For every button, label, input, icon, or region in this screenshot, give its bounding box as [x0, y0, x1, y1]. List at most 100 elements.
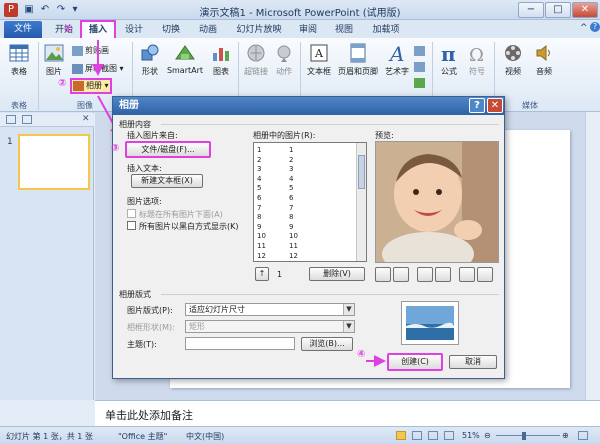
shapes-button[interactable]: 形状: [136, 42, 164, 77]
cancel-button[interactable]: 取消: [449, 355, 497, 369]
normal-view-icon[interactable]: [396, 431, 406, 440]
slide-thumbnail[interactable]: [18, 134, 90, 190]
picture-button[interactable]: 图片: [40, 42, 68, 77]
list-item[interactable]: 11: [257, 145, 357, 155]
caption-below-checkbox[interactable]: [127, 209, 136, 218]
fit-to-window-icon[interactable]: [578, 431, 588, 440]
smartart-button[interactable]: SmartArt: [166, 42, 204, 75]
move-up-button[interactable]: ↑: [255, 267, 269, 281]
slides-tab-icon[interactable]: [6, 115, 16, 124]
screenshot-button[interactable]: 屏幕截图 ▾: [72, 62, 124, 76]
slide-number-icon: [414, 61, 425, 72]
wordart-button[interactable]: A 艺术字: [382, 42, 412, 77]
symbol-button[interactable]: Ω 符号: [464, 42, 490, 77]
object-button[interactable]: [414, 76, 427, 90]
clipart-icon: [72, 45, 83, 56]
listbox-scroll-thumb[interactable]: [358, 155, 365, 189]
theme-input[interactable]: [185, 337, 295, 350]
zoom-in-icon[interactable]: ⊕: [562, 431, 569, 440]
help-icon[interactable]: ?: [590, 22, 600, 32]
contrast-up-button[interactable]: [417, 267, 433, 282]
list-item[interactable]: 10 10: [257, 231, 357, 241]
frame-shape-value: 矩形: [189, 322, 205, 331]
list-item[interactable]: 55: [257, 183, 357, 193]
outline-tab-icon[interactable]: [22, 115, 32, 124]
list-item[interactable]: 88: [257, 212, 357, 222]
action-label: 动作: [276, 67, 292, 76]
date-time-button[interactable]: [414, 44, 427, 58]
close-pane-icon[interactable]: ✕: [82, 114, 90, 124]
tab-view[interactable]: 视图: [330, 23, 358, 38]
wordart-icon: A: [388, 42, 404, 64]
pictures-listbox[interactable]: 1 1 2 2 3 3 4 4 5 5 6 6 7 7 8 8 9 9 10 10 11 11 12 12: [253, 142, 367, 262]
ribbon-minimize-icon[interactable]: ^: [580, 23, 588, 33]
list-item[interactable]: 33: [257, 164, 357, 174]
clipart-button[interactable]: 剪贴画: [72, 44, 109, 58]
hyperlink-button[interactable]: 超链接: [242, 42, 270, 77]
list-item-name: 2: [289, 155, 294, 164]
browse-button[interactable]: 浏览(B)...: [301, 337, 353, 351]
slide-number-button[interactable]: [414, 60, 427, 74]
slideshow-view-icon[interactable]: [444, 431, 454, 440]
frame-shape-label: 相框形状(M):: [127, 323, 175, 332]
zoom-level[interactable]: 51%: [462, 431, 480, 440]
action-button[interactable]: 动作: [272, 42, 296, 77]
caption-below-label: 标题在所有图片下面(A): [139, 210, 223, 219]
list-item[interactable]: 11 11: [257, 241, 357, 251]
table-label: 表格: [11, 67, 27, 76]
header-footer-button[interactable]: 页眉和页脚: [336, 42, 380, 77]
tab-file[interactable]: 文件: [4, 21, 42, 38]
tab-design[interactable]: 设计: [120, 23, 148, 38]
rotate-right-button[interactable]: [393, 267, 409, 282]
textbox-button[interactable]: A 文本框: [304, 42, 334, 77]
textbox-label: 文本框: [307, 67, 331, 76]
tab-review[interactable]: 审阅: [294, 23, 322, 38]
annotation-4: ④: [357, 349, 366, 360]
file-disk-button[interactable]: 文件/磁盘(F)...: [125, 141, 211, 158]
list-item[interactable]: 99: [257, 222, 357, 232]
tab-insert[interactable]: 插入: [82, 23, 114, 38]
video-button[interactable]: 视频: [498, 42, 528, 77]
frame-shape-select[interactable]: 矩形 ▼: [185, 320, 355, 333]
list-item[interactable]: 44: [257, 174, 357, 184]
tab-animations[interactable]: 动画: [194, 23, 222, 38]
brightness-down-button[interactable]: [477, 267, 493, 282]
album-button[interactable]: 相册 ▾: [70, 78, 112, 94]
picture-layout-select[interactable]: 适应幻灯片尺寸 ▼: [185, 303, 355, 316]
maximize-button[interactable]: □: [545, 2, 571, 18]
list-item-index: 2: [257, 155, 262, 164]
list-item[interactable]: 77: [257, 203, 357, 213]
contrast-down-button[interactable]: [435, 267, 451, 282]
dialog-close-button[interactable]: ✕: [487, 98, 503, 113]
zoom-out-icon[interactable]: ⊖: [484, 431, 491, 440]
slide-sorter-icon[interactable]: [412, 431, 422, 440]
close-button[interactable]: ✕: [572, 2, 598, 18]
vertical-scrollbar[interactable]: [585, 112, 600, 400]
symbol-label: 符号: [469, 67, 485, 76]
audio-label: 音频: [536, 67, 552, 76]
dialog-help-button[interactable]: ?: [469, 98, 485, 113]
minimize-button[interactable]: −: [518, 2, 544, 18]
zoom-slider[interactable]: [496, 435, 560, 436]
audio-button[interactable]: 音频: [530, 42, 558, 77]
remove-button[interactable]: 删除(V): [309, 267, 365, 281]
list-item[interactable]: 66: [257, 193, 357, 203]
chart-button[interactable]: 图表: [208, 42, 234, 77]
create-button[interactable]: 创建(C): [387, 353, 443, 371]
listbox-scrollbar[interactable]: [356, 143, 366, 261]
zoom-slider-thumb[interactable]: [522, 432, 526, 440]
tab-transitions[interactable]: 切换: [157, 23, 185, 38]
formula-button[interactable]: π 公式: [436, 42, 462, 77]
tab-slideshow[interactable]: 幻灯片放映: [232, 23, 286, 38]
reading-view-icon[interactable]: [428, 431, 438, 440]
table-button[interactable]: 表格: [4, 42, 34, 77]
tab-addins[interactable]: 加载项: [367, 23, 405, 38]
new-textbox-button[interactable]: 新建文本框(X): [131, 174, 203, 188]
list-item[interactable]: 22: [257, 155, 357, 165]
list-item-index: 12: [257, 251, 266, 260]
notes-pane[interactable]: 单击此处添加备注: [95, 400, 600, 426]
rotate-left-button[interactable]: [375, 267, 391, 282]
brightness-up-button[interactable]: [459, 267, 475, 282]
black-white-checkbox[interactable]: [127, 221, 136, 230]
list-item[interactable]: 12 12: [257, 251, 357, 261]
